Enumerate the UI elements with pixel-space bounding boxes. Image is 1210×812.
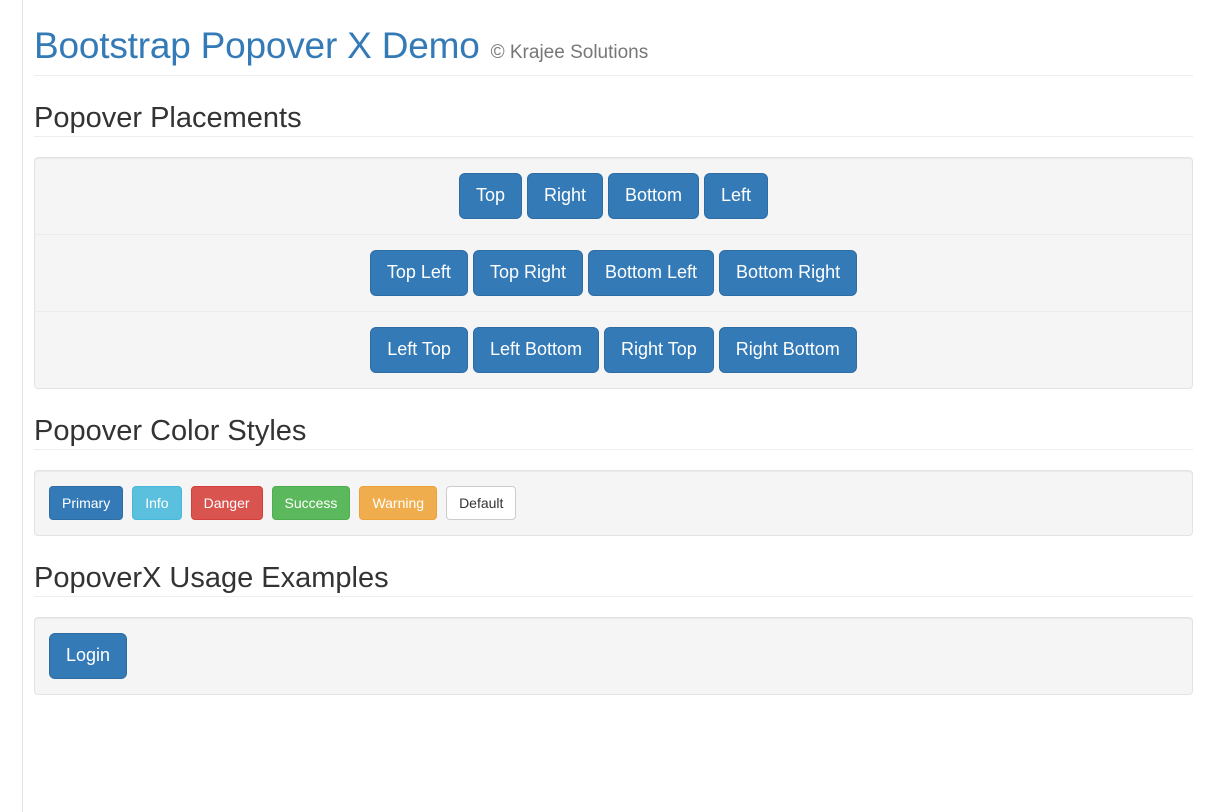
section-heading-color-styles: Popover Color Styles: [34, 414, 307, 447]
section-divider-color-styles: [34, 449, 1193, 450]
panel-usage-examples: Login: [34, 617, 1193, 696]
container-left-rule: [22, 0, 23, 812]
panel-placements: Top Right Bottom Left Top Left Top Right…: [34, 156, 1193, 389]
color-button-primary[interactable]: Primary: [49, 486, 124, 521]
color-button-success[interactable]: Success: [271, 486, 351, 521]
placement-button-right[interactable]: Right: [526, 172, 603, 219]
login-button[interactable]: Login: [49, 633, 128, 680]
color-button-danger[interactable]: Danger: [190, 486, 263, 521]
placement-row-3: Left Top Left Bottom Right Top Right Bot…: [35, 312, 1192, 388]
page-title: Bootstrap Popover X Demo: [34, 25, 480, 66]
placement-button-left-top[interactable]: Left Top: [370, 326, 468, 373]
content-container: Bootstrap Popover X Demo © Krajee Soluti…: [34, 0, 1210, 696]
placement-button-bottom-left[interactable]: Bottom Left: [587, 249, 715, 296]
page-subtitle: © Krajee Solutions: [490, 42, 649, 63]
placement-button-top-left[interactable]: Top Left: [369, 249, 468, 296]
masthead: Bootstrap Popover X Demo © Krajee Soluti…: [34, 0, 1210, 75]
section-heading-usage-examples: PopoverX Usage Examples: [34, 562, 389, 595]
panel-color-styles: Primary Info Danger Success Warning Defa…: [34, 470, 1193, 537]
placement-button-bottom-right[interactable]: Bottom Right: [719, 249, 858, 296]
section-divider-placements: [34, 135, 1193, 137]
color-styles-row: Primary Info Danger Success Warning Defa…: [35, 471, 1192, 535]
placement-button-right-top[interactable]: Right Top: [604, 326, 714, 373]
placement-button-top-right[interactable]: Top Right: [472, 249, 583, 296]
page-root: Bootstrap Popover X Demo © Krajee Soluti…: [0, 0, 1210, 812]
color-button-warning[interactable]: Warning: [359, 486, 438, 521]
masthead-line: Bootstrap Popover X Demo © Krajee Soluti…: [34, 25, 1210, 67]
placement-button-bottom[interactable]: Bottom: [608, 172, 700, 219]
placement-button-top[interactable]: Top: [458, 172, 522, 219]
section-heading-placements: Popover Placements: [34, 101, 302, 134]
placement-row-2: Top Left Top Right Bottom Left Bottom Ri…: [35, 235, 1192, 312]
color-button-default[interactable]: Default: [446, 486, 517, 521]
usage-examples-row: Login: [35, 618, 1192, 694]
placement-button-left-bottom[interactable]: Left Bottom: [472, 326, 600, 373]
section-divider-usage-examples: [34, 596, 1193, 598]
placement-button-left[interactable]: Left: [704, 172, 769, 219]
placement-button-right-bottom[interactable]: Right Bottom: [718, 326, 857, 373]
color-button-info[interactable]: Info: [132, 486, 182, 521]
placement-row-1: Top Right Bottom Left: [35, 158, 1192, 235]
